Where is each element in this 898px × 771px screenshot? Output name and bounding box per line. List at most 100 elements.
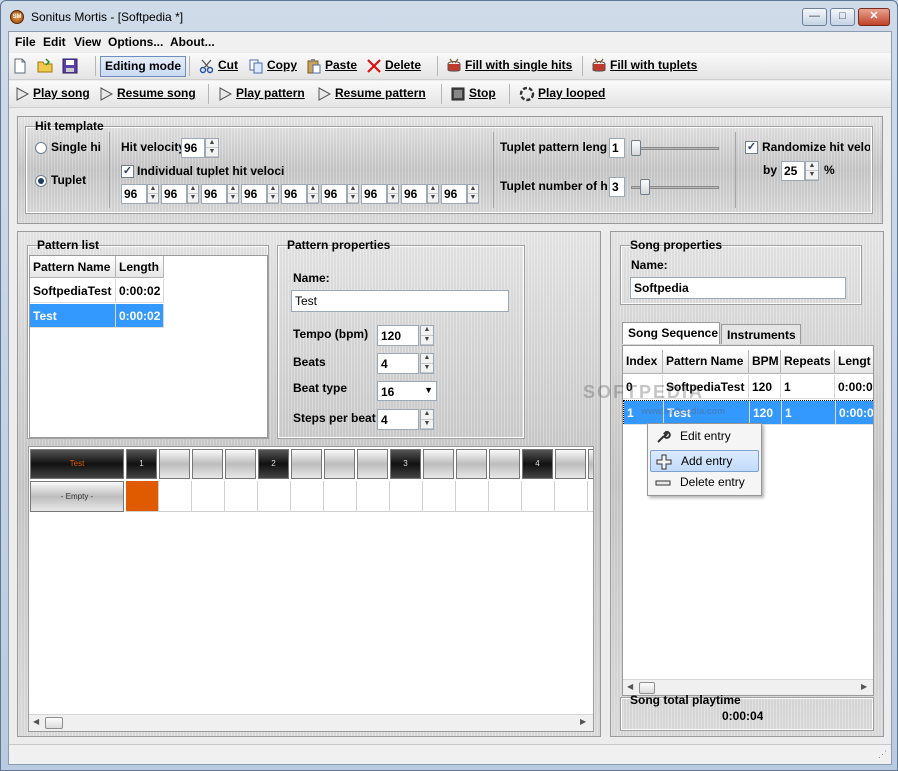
tuplet-velocity-spinner[interactable]: ▲ ▼ xyxy=(347,184,359,204)
tuplet-number-slider[interactable] xyxy=(640,179,651,195)
step-cell[interactable] xyxy=(423,481,456,512)
randomize-by-spinner[interactable]: ▲ ▼ xyxy=(805,161,819,181)
tuplet-velocity-input[interactable]: 96 xyxy=(361,184,387,204)
save-button[interactable] xyxy=(61,56,79,77)
menu-item-delete-entry[interactable]: Delete entry xyxy=(650,472,759,494)
resize-grip-icon[interactable]: ⋰ xyxy=(878,749,887,760)
step-cell[interactable] xyxy=(324,481,357,512)
pattern-name-input[interactable]: Test xyxy=(291,290,509,312)
tuplet-velocity-input[interactable]: 96 xyxy=(281,184,307,204)
scroll-left-icon[interactable]: ◀ xyxy=(627,682,633,691)
title-bar[interactable]: SM Sonitus Mortis - [Softpedia *] — □ ✕ xyxy=(1,1,897,31)
column-header-length[interactable]: Lengt xyxy=(835,350,873,374)
randomize-by-input[interactable]: 25 xyxy=(781,161,805,181)
column-header-bpm[interactable]: BPM xyxy=(749,350,781,374)
step-cell[interactable] xyxy=(291,481,324,512)
steps-per-beat-input[interactable]: 4 xyxy=(377,409,419,430)
tuplet-velocity-spinner[interactable]: ▲ ▼ xyxy=(147,184,159,204)
resume-song-button[interactable]: Resume song xyxy=(97,84,196,105)
step-cell[interactable] xyxy=(390,481,423,512)
beat-type-select[interactable]: 16 ▼ xyxy=(377,381,437,401)
tuplet-velocity-input[interactable]: 96 xyxy=(161,184,187,204)
tuplet-number-input[interactable]: 3 xyxy=(609,177,625,197)
beats-spinner[interactable]: ▲ ▼ xyxy=(420,353,434,374)
tuplet-radio[interactable] xyxy=(35,175,47,187)
scroll-right-icon[interactable]: ▶ xyxy=(861,682,867,691)
tempo-input[interactable]: 120 xyxy=(377,325,419,346)
paste-button[interactable]: Paste xyxy=(305,56,357,77)
maximize-button[interactable]: □ xyxy=(830,8,855,26)
tab-instruments[interactable]: Instruments xyxy=(721,324,801,344)
cut-button[interactable]: Cut xyxy=(198,56,238,77)
single-hit-radio[interactable] xyxy=(35,142,47,154)
step-cell[interactable] xyxy=(555,481,588,512)
copy-button[interactable]: Copy xyxy=(247,56,297,77)
hit-velocity-spinner[interactable]: ▲ ▼ xyxy=(205,138,219,158)
tuplet-velocity-spinner[interactable]: ▲ ▼ xyxy=(387,184,399,204)
empty-instrument-tag[interactable]: - Empty - xyxy=(30,481,124,512)
open-button[interactable] xyxy=(36,56,54,77)
pattern-list-table[interactable]: Pattern Name Length SoftpediaTest 0:00:0… xyxy=(29,255,268,438)
menu-item-add-entry[interactable]: Add entry xyxy=(650,450,759,472)
step-cell[interactable] xyxy=(588,481,593,512)
pattern-tag[interactable]: Test xyxy=(30,449,124,479)
menu-file[interactable]: File xyxy=(15,35,36,49)
column-header-length[interactable]: Length xyxy=(116,256,164,278)
tuplet-velocity-spinner[interactable]: ▲ ▼ xyxy=(467,184,479,204)
menu-about[interactable]: About... xyxy=(170,35,215,49)
play-pattern-button[interactable]: Play pattern xyxy=(216,84,305,105)
tuplet-velocity-spinner[interactable]: ▲ ▼ xyxy=(227,184,239,204)
randomize-velocity-checkbox[interactable]: ✓ xyxy=(745,141,758,154)
play-looped-button[interactable]: Play looped xyxy=(518,84,605,105)
menu-item-edit-entry[interactable]: Edit entry xyxy=(650,426,759,448)
beats-input[interactable]: 4 xyxy=(377,353,419,374)
column-header-pattern-name[interactable]: Pattern Name xyxy=(30,256,116,278)
menu-view[interactable]: View xyxy=(74,35,101,49)
tuplet-velocity-input[interactable]: 96 xyxy=(321,184,347,204)
fill-single-hits-button[interactable]: Fill with single hits xyxy=(445,56,572,77)
step-cell[interactable] xyxy=(456,481,489,512)
step-cell[interactable] xyxy=(192,481,225,512)
tuplet-velocity-input[interactable]: 96 xyxy=(121,184,147,204)
step-cell[interactable] xyxy=(225,481,258,512)
tuplet-velocity-spinner[interactable]: ▲ ▼ xyxy=(187,184,199,204)
fill-tuplets-button[interactable]: Fill with tuplets xyxy=(590,56,697,77)
step-cell[interactable] xyxy=(258,481,291,512)
step-cell[interactable] xyxy=(357,481,390,512)
tuplet-velocity-input[interactable]: 96 xyxy=(241,184,267,204)
grid-scroll-thumb[interactable] xyxy=(45,717,63,729)
tab-song-sequence[interactable]: Song Sequence xyxy=(622,322,720,344)
play-song-button[interactable]: Play song xyxy=(13,84,90,105)
tuplet-velocity-spinner[interactable]: ▲ ▼ xyxy=(427,184,439,204)
editing-mode-button[interactable]: Editing mode xyxy=(100,56,186,77)
scroll-left-icon[interactable]: ◀ xyxy=(33,717,39,726)
menu-options[interactable]: Options... xyxy=(108,35,163,49)
tuplet-pattern-length-slider[interactable] xyxy=(631,140,641,156)
delete-button[interactable]: Delete xyxy=(365,56,421,77)
column-header-index[interactable]: Index xyxy=(623,350,663,374)
tuplet-velocity-spinner[interactable]: ▲ ▼ xyxy=(267,184,279,204)
individual-velocity-checkbox[interactable]: ✓ xyxy=(121,165,134,178)
stop-button[interactable]: Stop xyxy=(449,84,496,105)
scroll-right-icon[interactable]: ▶ xyxy=(580,717,586,726)
column-header-repeats[interactable]: Repeats xyxy=(781,350,835,374)
step-cell[interactable] xyxy=(159,481,192,512)
menu-edit[interactable]: Edit xyxy=(43,35,66,49)
tuplet-velocity-spinner[interactable]: ▲ ▼ xyxy=(307,184,319,204)
close-button[interactable]: ✕ xyxy=(858,8,890,26)
steps-per-beat-spinner[interactable]: ▲ ▼ xyxy=(420,409,434,430)
column-header-pattern-name[interactable]: Pattern Name xyxy=(663,350,749,374)
tuplet-pattern-length-input[interactable]: 1 xyxy=(609,138,625,158)
resume-pattern-button[interactable]: Resume pattern xyxy=(315,84,426,105)
tuplet-velocity-input[interactable]: 96 xyxy=(201,184,227,204)
tuplet-velocity-input[interactable]: 96 xyxy=(401,184,427,204)
grid-horizontal-scrollbar[interactable]: ◀ ▶ xyxy=(29,714,593,731)
tuplet-velocity-input[interactable]: 96 xyxy=(441,184,467,204)
tempo-spinner[interactable]: ▲ ▼ xyxy=(420,325,434,346)
new-button[interactable] xyxy=(11,56,29,77)
step-sequencer-grid[interactable]: Test - Empty - 1 2 3 4 ◀ ▶ xyxy=(28,446,594,732)
step-cell-active[interactable] xyxy=(126,481,159,512)
step-cell[interactable] xyxy=(522,481,555,512)
hit-velocity-input[interactable]: 96 xyxy=(181,138,205,158)
minimize-button[interactable]: — xyxy=(802,8,827,26)
